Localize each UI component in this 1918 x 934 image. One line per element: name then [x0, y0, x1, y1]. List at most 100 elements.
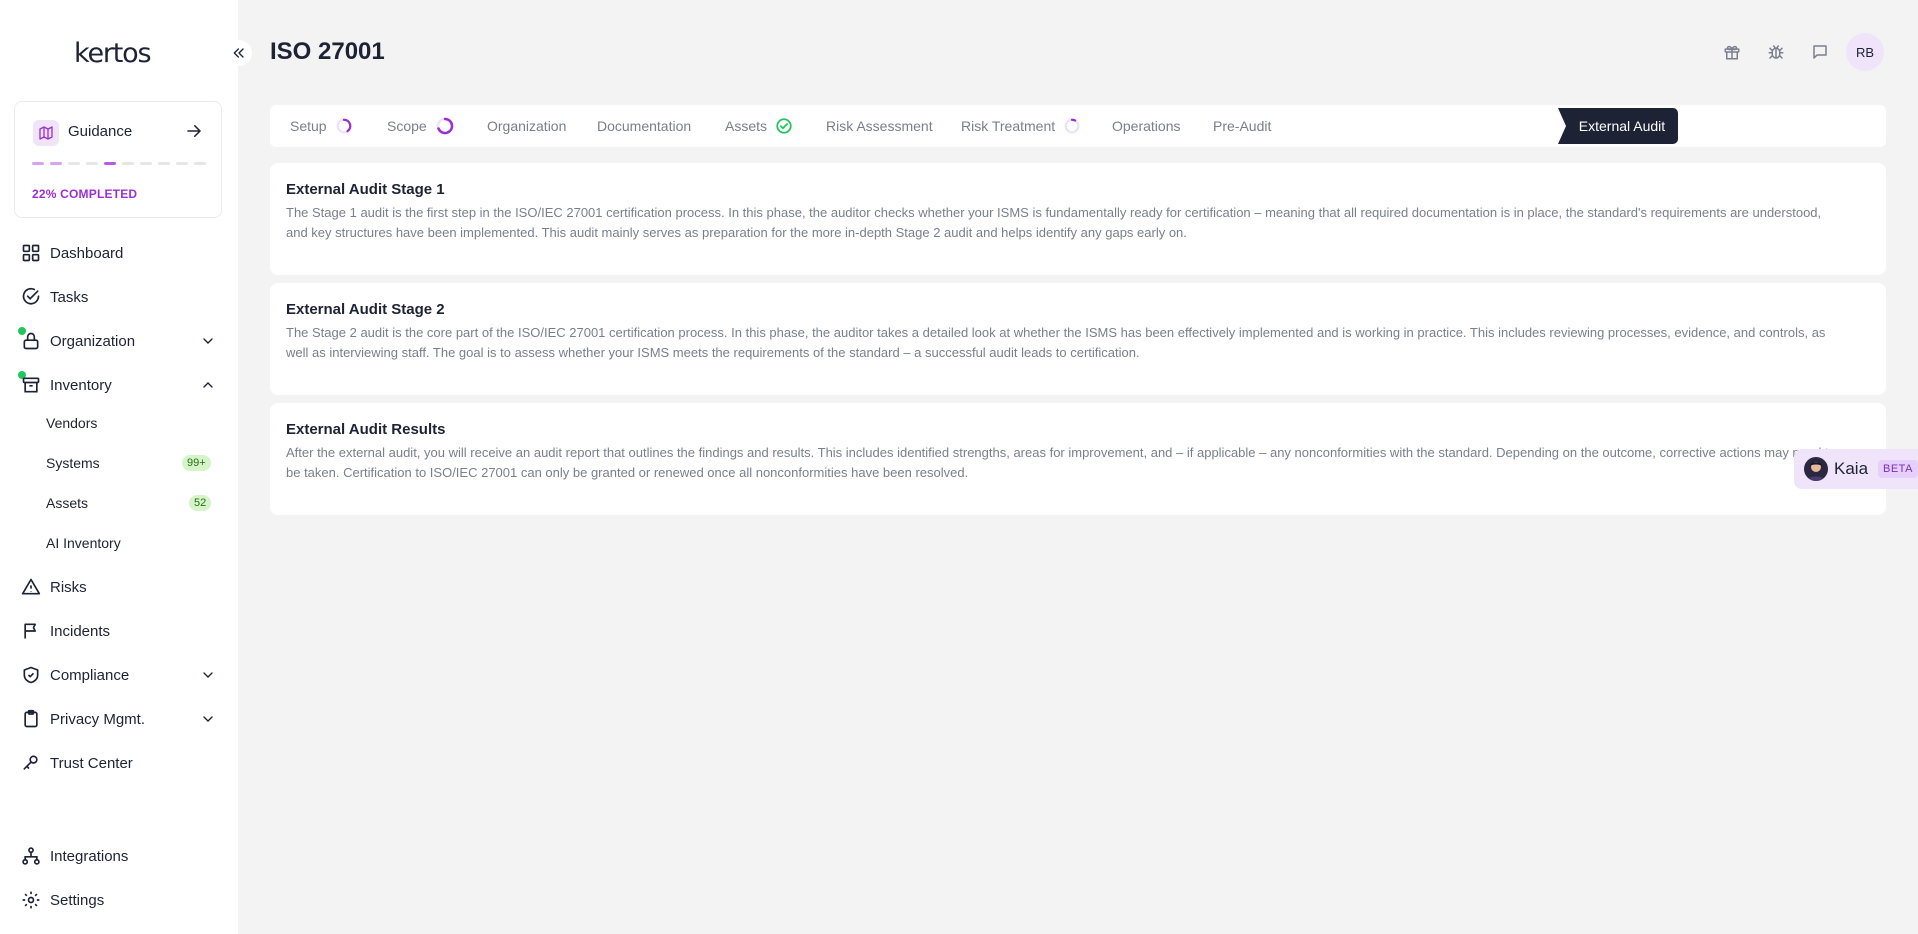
sidebar-subitem-label: Assets [46, 495, 89, 511]
warning-icon [21, 577, 41, 597]
tab-operations[interactable]: Operations [1112, 105, 1180, 147]
card-body: After the external audit, you will recei… [286, 445, 1836, 480]
flag-icon [21, 621, 41, 641]
chevron-down-icon[interactable] [200, 667, 216, 688]
kaia-name: Kaia [1834, 459, 1869, 478]
tab-documentation[interactable]: Documentation [597, 105, 691, 147]
tab-label: Risk Treatment [961, 118, 1056, 134]
card-body: The Stage 2 audit is the core part of th… [286, 325, 1826, 360]
archive-icon [21, 375, 41, 395]
card-external-audit-stage-1: External Audit Stage 1 The Stage 1 audit… [270, 163, 1886, 275]
sidebar-item-label: Integrations [50, 847, 129, 865]
tab-assets[interactable]: Assets [725, 105, 793, 147]
card-external-audit-stage-2: External Audit Stage 2 The Stage 2 audit… [270, 283, 1886, 395]
sidebar-subitem-vendors[interactable]: Vendors [0, 406, 238, 440]
guidance-title: Guidance [68, 123, 133, 140]
tab-label: External Audit [1578, 118, 1666, 134]
collapse-sidebar-button[interactable] [226, 40, 252, 66]
tab-label: Setup [290, 118, 327, 134]
avatar[interactable]: RB [1846, 33, 1884, 71]
tab-label: Scope [387, 118, 427, 134]
sidebar-subitem-label: Vendors [46, 415, 98, 431]
guidance-progress-bar [32, 162, 206, 165]
count-badge: 99+ [182, 455, 211, 471]
sidebar-item-label: Organization [50, 332, 136, 350]
sidebar-item-label: Settings [50, 891, 105, 909]
tab-risk-treatment[interactable]: Risk Treatment [961, 105, 1081, 147]
gear-icon [21, 890, 41, 910]
sidebar-item-label: Compliance [50, 666, 130, 684]
check-circle-icon [21, 287, 41, 307]
sidebar-subitem-label: Systems [46, 455, 100, 471]
guidance-card[interactable]: Guidance 22% COMPLETED [14, 101, 222, 218]
kertos-logo[interactable]: kertos [74, 38, 152, 69]
progress-ring-icon [435, 116, 455, 136]
progress-ring-icon [1063, 117, 1081, 135]
network-icon [21, 846, 41, 866]
sidebar-item-label: Dashboard [50, 244, 124, 262]
double-chevron-left-icon [233, 48, 244, 58]
sidebar-item-integrations[interactable]: Integrations [0, 838, 238, 874]
sidebar-subitem-assets[interactable]: Assets 52 [0, 486, 238, 520]
chevron-down-icon[interactable] [200, 711, 216, 732]
lock-icon [21, 331, 41, 351]
sidebar-item-organization[interactable]: Organization [0, 323, 238, 359]
tab-label: Operations [1112, 118, 1181, 134]
sidebar-subitem-systems[interactable]: Systems 99+ [0, 446, 238, 480]
sidebar-item-trust-center[interactable]: Trust Center [0, 745, 238, 781]
sidebar-item-label: Risks [50, 578, 87, 596]
sidebar-item-label: Trust Center [50, 754, 133, 772]
sidebar-item-label: Tasks [50, 288, 89, 306]
gift-icon[interactable] [1722, 42, 1742, 62]
sidebar-item-dashboard[interactable]: Dashboard [0, 235, 238, 271]
bug-icon[interactable] [1766, 42, 1786, 62]
count-badge: 52 [189, 495, 212, 511]
card-body: The Stage 1 audit is the first step in t… [286, 205, 1822, 240]
sidebar-item-tasks[interactable]: Tasks [0, 279, 238, 315]
map-icon [33, 120, 59, 146]
kaia-assistant-button[interactable]: Kaia BETA [1794, 449, 1918, 489]
sidebar-item-risks[interactable]: Risks [0, 569, 238, 605]
page-title: ISO 27001 [270, 38, 385, 65]
chevron-down-icon[interactable] [200, 333, 216, 354]
tab-label: Organization [487, 118, 567, 134]
tab-risk-assessment[interactable]: Risk Assessment [826, 105, 933, 147]
audit-phase-tabs: Setup Scope Organization Documentation A… [270, 105, 1886, 147]
dashboard-icon [21, 243, 41, 263]
sidebar: kertos Guidance 22% COMPLETED Dashboard … [0, 0, 238, 934]
sidebar-item-privacy-mgmt[interactable]: Privacy Mgmt. [0, 701, 238, 737]
guidance-progress-label: 22% COMPLETED [32, 187, 138, 201]
shield-check-icon [21, 665, 41, 685]
clipboard-icon [21, 709, 41, 729]
kaia-avatar [1804, 457, 1828, 481]
chat-icon[interactable] [1810, 42, 1830, 62]
arrow-right-icon[interactable] [185, 122, 203, 145]
tab-label: Assets [725, 118, 768, 134]
sidebar-item-settings[interactable]: Settings [0, 882, 238, 918]
beta-badge: BETA [1878, 460, 1918, 478]
sidebar-subitem-ai-inventory[interactable]: AI Inventory [0, 526, 238, 560]
sidebar-subitem-label: AI Inventory [46, 535, 121, 551]
chevron-up-icon[interactable] [200, 377, 216, 398]
card-title: External Audit Stage 2 [286, 301, 445, 318]
tab-organization[interactable]: Organization [487, 105, 566, 147]
tab-setup[interactable]: Setup [290, 105, 353, 147]
tab-label: Pre-Audit [1213, 118, 1272, 134]
sidebar-item-label: Inventory [50, 376, 112, 394]
sidebar-item-incidents[interactable]: Incidents [0, 613, 238, 649]
sidebar-item-compliance[interactable]: Compliance [0, 657, 238, 693]
key-icon [21, 753, 41, 773]
tab-pre-audit[interactable]: Pre-Audit [1213, 105, 1271, 147]
sidebar-item-label: Incidents [50, 622, 111, 640]
check-circle-icon [775, 117, 793, 135]
sidebar-item-label: Privacy Mgmt. [50, 710, 146, 728]
sidebar-item-inventory[interactable]: Inventory [0, 367, 238, 403]
card-external-audit-results: External Audit Results After the externa… [270, 403, 1886, 515]
card-title: External Audit Stage 1 [286, 181, 445, 198]
card-title: External Audit Results [286, 421, 446, 438]
progress-ring-icon [335, 117, 353, 135]
tab-label: Documentation [597, 118, 692, 134]
tab-label: Risk Assessment [826, 118, 933, 134]
tab-external-audit[interactable]: External Audit [1558, 108, 1678, 144]
tab-scope[interactable]: Scope [387, 105, 455, 147]
